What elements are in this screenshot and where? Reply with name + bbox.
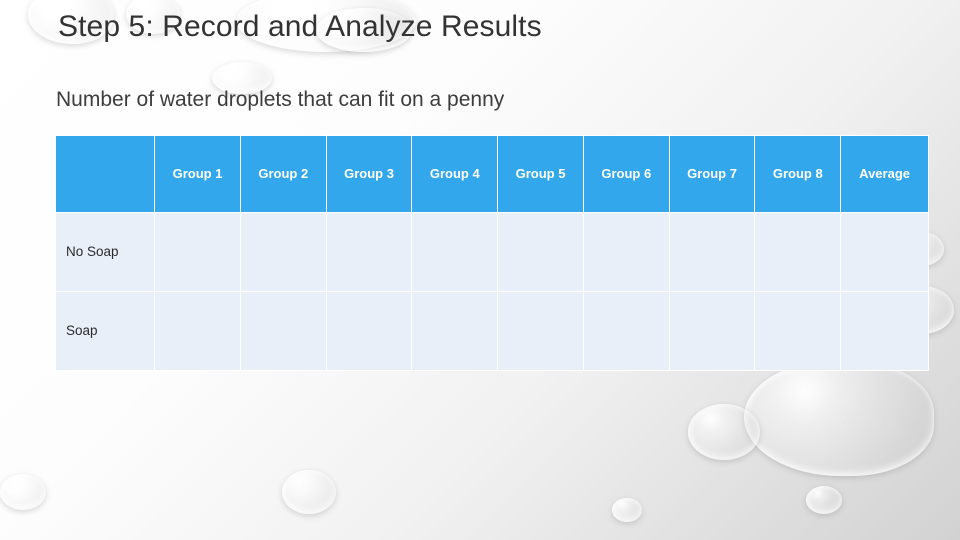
cell-soap-group-2[interactable]: [239, 291, 327, 371]
cell-no-soap-average[interactable]: [840, 212, 929, 292]
table-row: No Soap: [54, 212, 929, 292]
cell-soap-group-6[interactable]: [582, 291, 670, 371]
cell-soap-average[interactable]: [840, 291, 929, 371]
column-header-group-8: Group 8: [754, 135, 842, 213]
table-corner-header: [54, 135, 156, 213]
column-header-group-7: Group 7: [668, 135, 756, 213]
page-title: Step 5: Record and Analyze Results: [58, 10, 542, 43]
row-label-soap: Soap: [54, 291, 156, 371]
cell-no-soap-group-1[interactable]: [154, 212, 241, 292]
cell-soap-group-1[interactable]: [154, 291, 241, 371]
water-droplet-decoration: [744, 360, 934, 476]
cell-soap-group-3[interactable]: [325, 291, 413, 371]
cell-no-soap-group-5[interactable]: [497, 212, 584, 292]
column-header-group-1: Group 1: [154, 135, 241, 213]
cell-soap-group-4[interactable]: [411, 291, 499, 371]
column-header-group-4: Group 4: [411, 135, 499, 213]
column-header-group-3: Group 3: [325, 135, 413, 213]
column-header-average: Average: [840, 135, 929, 213]
cell-no-soap-group-6[interactable]: [582, 212, 670, 292]
column-header-group-5: Group 5: [497, 135, 584, 213]
slide: Step 5: Record and Analyze Results Numbe…: [0, 0, 960, 540]
cell-soap-group-5[interactable]: [497, 291, 584, 371]
cell-soap-group-8[interactable]: [754, 291, 842, 371]
cell-no-soap-group-7[interactable]: [668, 212, 756, 292]
water-droplet-decoration: [806, 486, 842, 514]
column-header-group-6: Group 6: [582, 135, 670, 213]
results-table: Group 1 Group 2 Group 3 Group 4 Group 5 …: [54, 135, 929, 371]
water-droplet-decoration: [688, 404, 760, 460]
column-header-group-2: Group 2: [239, 135, 327, 213]
cell-no-soap-group-4[interactable]: [411, 212, 499, 292]
row-label-no-soap: No Soap: [54, 212, 156, 292]
water-droplet-decoration: [0, 474, 46, 510]
slide-subtitle: Number of water droplets that can fit on…: [56, 88, 505, 111]
cell-no-soap-group-3[interactable]: [325, 212, 413, 292]
cell-no-soap-group-8[interactable]: [754, 212, 842, 292]
water-droplet-decoration: [612, 498, 642, 522]
table-row: Soap: [54, 291, 929, 371]
cell-no-soap-group-2[interactable]: [239, 212, 327, 292]
table-header-row: Group 1 Group 2 Group 3 Group 4 Group 5 …: [54, 135, 929, 213]
water-droplet-decoration: [282, 470, 336, 514]
cell-soap-group-7[interactable]: [668, 291, 756, 371]
